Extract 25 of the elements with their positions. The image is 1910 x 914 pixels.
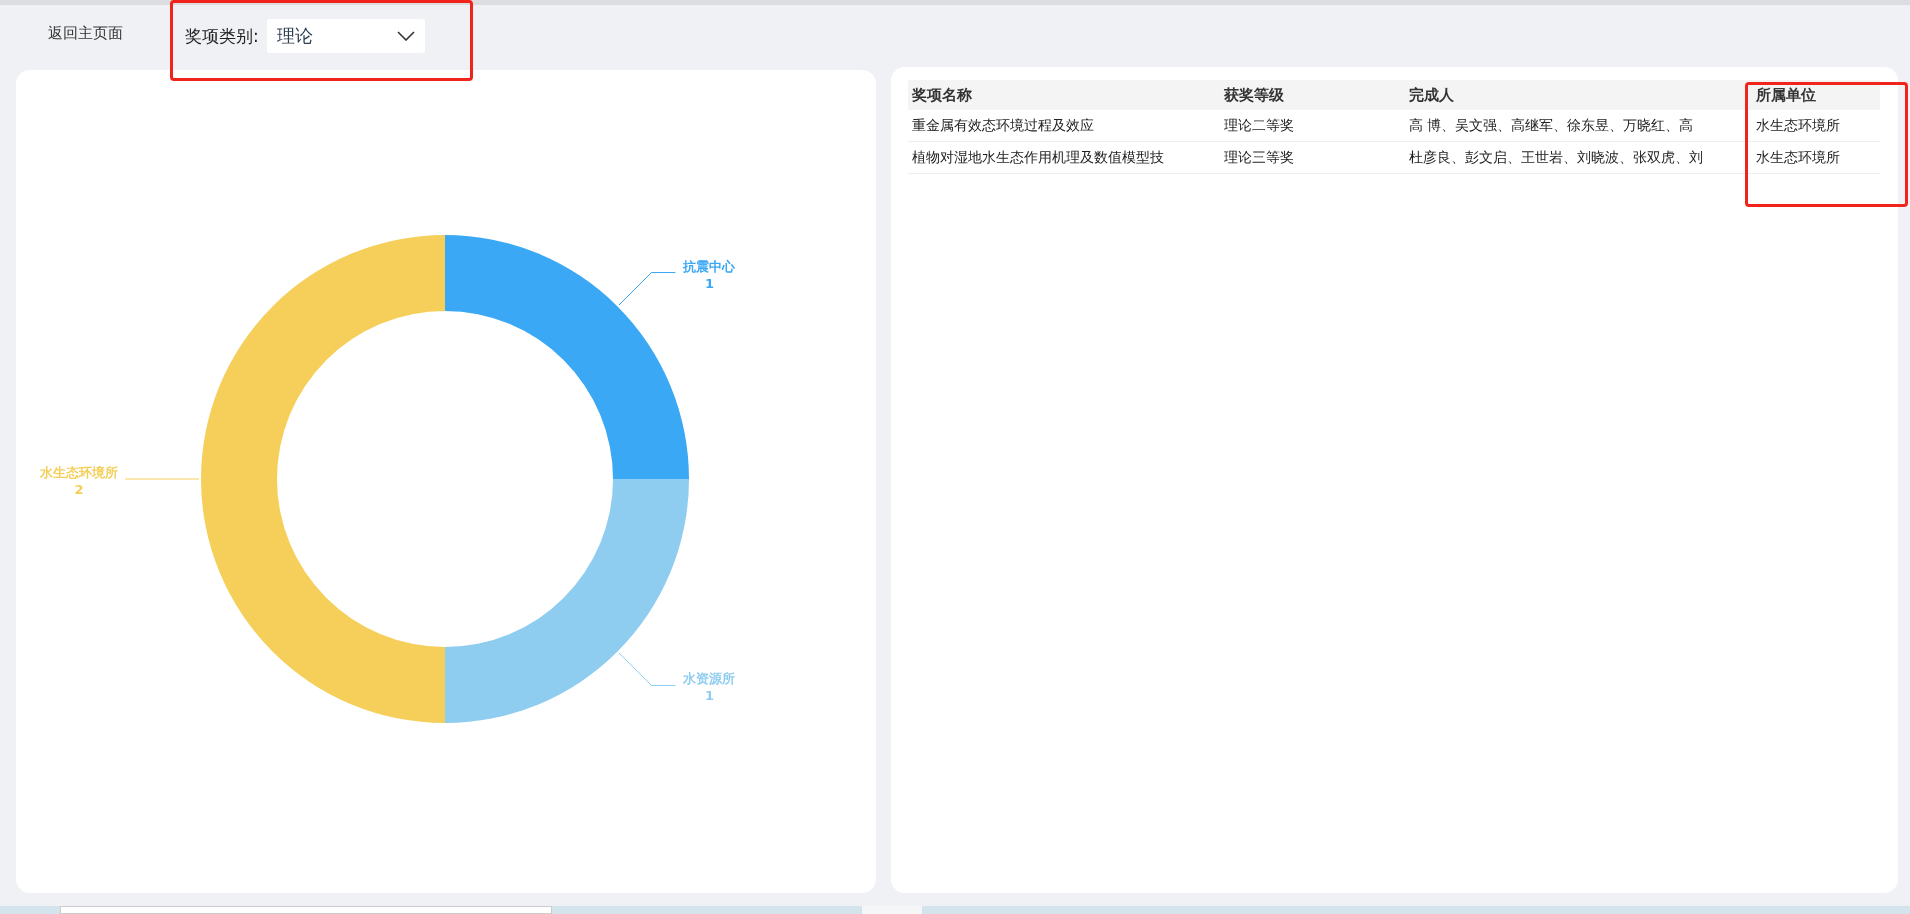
- table-cell: 植物对湿地水生态作用机理及数值模型技: [908, 141, 1220, 174]
- table-cell: 高 博、吴文强、高继军、徐东昱、万晓红、高: [1405, 110, 1752, 142]
- column-header: 奖项名称: [908, 80, 1220, 110]
- back-link[interactable]: 返回主页面: [48, 23, 123, 43]
- table-cell: 水生态环境所: [1752, 141, 1880, 174]
- column-header: 完成人: [1405, 80, 1752, 110]
- data-value: 2: [74, 482, 84, 497]
- table-cell: 理论二等奖: [1220, 110, 1405, 142]
- leader-line: [618, 652, 676, 686]
- input-field[interactable]: [60, 906, 552, 914]
- column-header: 获奖等级: [1220, 80, 1405, 110]
- chevron-down-icon: [396, 31, 415, 41]
- data-value: 1: [704, 275, 714, 291]
- data-label: 水生态环境所: [40, 465, 118, 480]
- table-cell: 水生态环境所: [1752, 110, 1880, 142]
- tab[interactable]: [862, 906, 922, 914]
- table-cell: 理论三等奖: [1220, 141, 1405, 174]
- data-label: 抗震中心: [683, 258, 736, 274]
- leader-line: [618, 272, 676, 306]
- data-value: 1: [704, 688, 714, 704]
- category-dropdown[interactable]: 理论: [266, 19, 425, 53]
- table-cell: 重金属有效态环境过程及效应: [908, 110, 1220, 142]
- filter-label: 奖项类别:: [185, 24, 259, 48]
- data-label: 水资源所: [683, 671, 736, 687]
- table-cell: 杜彦良、彭文启、王世岩、刘晓波、张双虎、刘: [1405, 141, 1752, 174]
